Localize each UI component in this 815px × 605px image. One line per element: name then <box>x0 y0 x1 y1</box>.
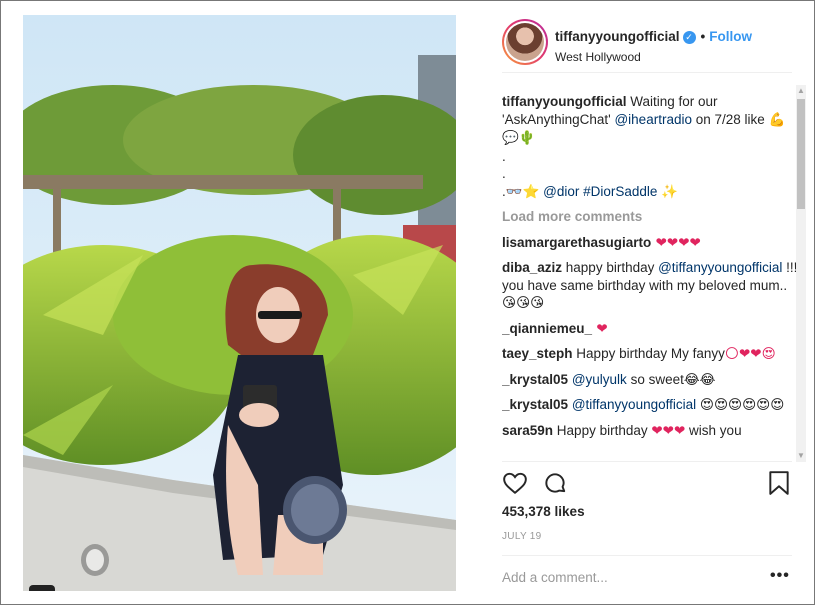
comment-username[interactable]: diba_aziz <box>502 260 562 275</box>
like-button[interactable] <box>502 470 528 499</box>
location-link[interactable]: West Hollywood <box>555 50 641 64</box>
post-header: tiffanyyoungofficial ✓ • Follow West Hollyw… <box>502 19 792 73</box>
action-bar <box>502 470 792 498</box>
comment-mention[interactable]: @yulyulk <box>572 372 627 387</box>
verified-badge-icon: ✓ <box>682 30 696 44</box>
comment-item: lisamargarethasugiarto ❤❤❤❤ <box>502 234 798 253</box>
comment-item: sara59n Happy birthday ❤❤❤ wish you <box>502 422 798 441</box>
caption-hashtag[interactable]: #DiorSaddle <box>583 184 657 199</box>
header-username[interactable]: tiffanyyoungofficial <box>555 29 680 44</box>
user-tag-icon[interactable] <box>29 585 55 591</box>
comment-button[interactable] <box>542 470 568 499</box>
comment-username[interactable]: _qianniemeu_ <box>502 321 592 336</box>
post-side-panel: tiffanyyoungofficial ✓ • Follow West Hollyw… <box>488 15 806 591</box>
caption-username[interactable]: tiffanyyoungofficial <box>502 94 627 109</box>
comment-mention[interactable]: @tiffanyyoungofficial <box>658 260 782 275</box>
divider <box>502 461 792 462</box>
scrollbar-thumb[interactable] <box>797 99 805 209</box>
comment-username[interactable]: lisamargarethasugiarto <box>502 235 651 250</box>
caption: tiffanyyoungofficial Waiting for our 'As… <box>502 93 798 201</box>
comment-username[interactable]: _krystal05 <box>502 397 568 412</box>
comment-item: diba_aziz happy birthday @tiffanyyoungof… <box>502 259 798 313</box>
caption-dot: . <box>502 148 506 164</box>
comment-emoji: ❤❤❤ <box>651 422 686 439</box>
comment-mention[interactable]: @tiffanyyoungofficial <box>572 397 696 412</box>
comment-emoji: ❤ <box>592 320 608 337</box>
avatar[interactable] <box>502 19 548 65</box>
comment-text-2: wish you <box>685 422 742 438</box>
comment-username[interactable]: sara59n <box>502 423 553 438</box>
comment-text-2: so sweet <box>626 371 684 387</box>
comment-emoji: 😘😘😘 <box>502 295 545 311</box>
post-date[interactable]: JULY 19 <box>502 531 542 542</box>
comment-text: Happy birthday <box>553 422 652 438</box>
scroll-down-arrow-icon[interactable]: ▼ <box>796 450 806 462</box>
comments-list: tiffanyyoungofficial Waiting for our 'As… <box>502 93 798 460</box>
comment-item: _krystal05 @tiffanyyoungofficial 😍😍😍😍😍😍 <box>502 396 798 415</box>
more-options-button[interactable]: ••• <box>770 567 790 585</box>
separator-dot: • <box>700 29 706 44</box>
caption-dot: . <box>502 166 506 181</box>
comment-emoji: 🌕❤❤😍 <box>724 346 776 362</box>
add-comment-input[interactable]: Add a comment... <box>502 570 608 585</box>
header-user-line: tiffanyyoungofficial ✓ • Follow <box>555 29 752 44</box>
comment-username[interactable]: taey_steph <box>502 346 573 361</box>
post-photo[interactable] <box>23 15 456 591</box>
heart-outline-icon <box>503 472 527 495</box>
divider <box>502 555 792 556</box>
caption-emoji-3: ✨ <box>661 183 679 200</box>
caption-mention[interactable]: @iheartradio <box>614 112 692 127</box>
likes-count[interactable]: 453,378 likes <box>502 504 585 519</box>
caption-mention-dior[interactable]: @dior <box>543 184 579 199</box>
post-image <box>23 15 456 591</box>
follow-button[interactable]: Follow <box>709 29 752 44</box>
comment-emoji: 😂😂 <box>683 371 716 388</box>
comments-scrollbar[interactable]: ▲ ▼ <box>796 85 806 462</box>
post-dialog: tiffanyyoungofficial ✓ • Follow West Hollyw… <box>0 0 815 605</box>
comment-text: Happy birthday My fanyy <box>572 346 725 361</box>
comment-text: happy birthday <box>562 260 659 275</box>
caption-text-2: on 7/28 like <box>691 111 769 127</box>
bookmark-icon <box>769 471 789 495</box>
comment-item: _qianniemeu_ ❤ <box>502 320 798 339</box>
comment-emoji: 😍😍😍😍😍😍 <box>699 397 785 413</box>
caption-last-line: .👓⭐ @dior #DiorSaddle ✨ <box>502 183 798 202</box>
scroll-up-arrow-icon[interactable]: ▲ <box>796 85 806 97</box>
comment-item: taey_steph Happy birthday My fanyy🌕❤❤😍 <box>502 345 798 364</box>
save-button[interactable] <box>768 470 790 499</box>
load-more-comments-button[interactable]: Load more comments <box>502 208 798 226</box>
comment-username[interactable]: _krystal05 <box>502 372 568 387</box>
caption-emoji-2: 👓⭐ <box>505 183 540 200</box>
comment-item: _krystal05 @yulyulk so sweet😂😂 <box>502 371 798 390</box>
comment-bubble-icon <box>545 473 566 493</box>
comment-emoji: ❤❤❤❤ <box>651 234 701 251</box>
